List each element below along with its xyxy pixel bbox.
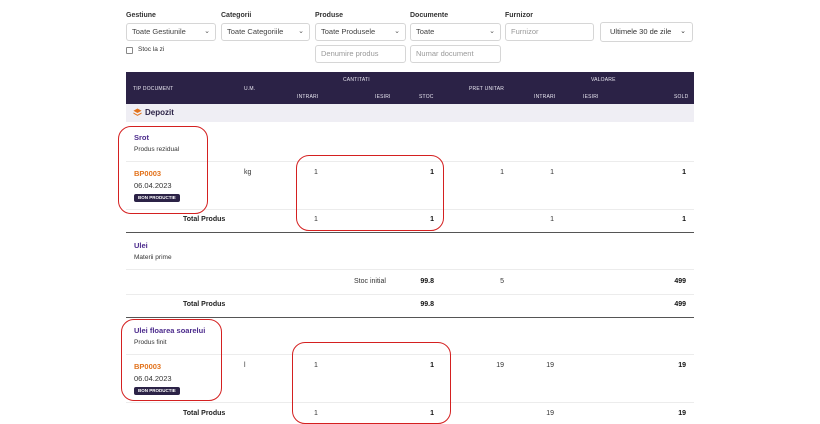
period-dropdown[interactable]: Ultimele 30 de zile ⌄ xyxy=(600,22,693,42)
gestiune-label: Gestiune xyxy=(126,12,156,19)
table-header: TIP DOCUMENT U.M. CANTITATI INTRARI IESI… xyxy=(126,72,694,104)
header-iesiri: IESIRI xyxy=(375,94,391,100)
categorii-label: Categorii xyxy=(221,12,252,19)
furnizor-input[interactable]: Furnizor xyxy=(505,23,594,41)
header-pret-unitar: PRET UNITAR xyxy=(469,86,505,92)
gestiune-value: Toate Gestiunile xyxy=(132,27,186,36)
total-produs-label: Total Produs xyxy=(183,410,226,417)
total-valoare-intrari-cell: 1 xyxy=(550,216,554,223)
header-valoare-intrari: INTRARI xyxy=(534,94,556,100)
stoc-cell: 99.8 xyxy=(420,278,434,285)
produse-value: Toate Produsele xyxy=(321,27,376,36)
header-intrari: INTRARI xyxy=(297,94,319,100)
total-sold-cell: 1 xyxy=(682,216,686,223)
stoc-la-zi-label: Stoc la zi xyxy=(138,46,165,53)
total-sold-cell: 19 xyxy=(678,410,686,417)
total-sold-cell: 499 xyxy=(674,301,686,308)
stoc-initial-label: Stoc initial xyxy=(354,278,386,285)
sold-cell: 1 xyxy=(682,169,686,176)
documente-value: Toate xyxy=(416,27,435,36)
categorii-select[interactable]: Toate Categoriile ⌄ xyxy=(221,23,310,41)
total-valoare-intrari-cell: 19 xyxy=(546,410,554,417)
document-number-search-input[interactable]: Numar document xyxy=(410,45,501,63)
produse-label: Produse xyxy=(315,12,344,19)
valoare-intrari-cell: 19 xyxy=(546,362,554,369)
product-divider xyxy=(126,317,694,318)
product-name-search-input[interactable]: Denumire produs xyxy=(315,45,406,63)
pret-unitar-cell: 19 xyxy=(496,362,504,369)
group-title: Depozit xyxy=(145,108,174,117)
header-valoare: VALOARE xyxy=(591,77,616,83)
documente-select[interactable]: Toate ⌄ xyxy=(410,23,501,41)
furnizor-label: Furnizor xyxy=(505,12,533,19)
chevron-down-icon: ⌄ xyxy=(394,28,400,35)
sold-cell: 499 xyxy=(674,278,686,285)
header-um: U.M. xyxy=(244,86,256,92)
layers-icon xyxy=(133,108,142,116)
row-divider xyxy=(126,294,694,295)
categorii-value: Toate Categoriile xyxy=(227,27,284,36)
um-cell: l xyxy=(244,362,246,369)
total-produs-label: Total Produs xyxy=(183,216,226,223)
chevron-down-icon: ⌄ xyxy=(204,28,210,35)
valoare-intrari-cell: 1 xyxy=(550,169,554,176)
stoc-la-zi-checkbox[interactable] xyxy=(126,47,133,54)
chevron-down-icon: ⌄ xyxy=(298,28,304,35)
pret-unitar-cell: 5 xyxy=(500,278,504,285)
produse-select[interactable]: Toate Produsele ⌄ xyxy=(315,23,406,41)
pret-unitar-cell: 1 xyxy=(500,169,504,176)
product-divider xyxy=(126,232,694,233)
annotation-circle xyxy=(292,342,451,424)
header-valoare-iesiri: IESIRI xyxy=(583,94,599,100)
sold-cell: 19 xyxy=(678,362,686,369)
row-divider xyxy=(126,269,694,270)
header-sold: SOLD xyxy=(674,94,689,100)
total-produs-label: Total Produs xyxy=(183,301,226,308)
chevron-down-icon: ⌄ xyxy=(489,28,495,35)
product-category: Materii prime xyxy=(134,254,172,261)
chevron-down-icon: ⌄ xyxy=(680,28,686,35)
documente-label: Documente xyxy=(410,12,449,19)
annotation-circle xyxy=(121,319,222,401)
total-stoc-cell: 99.8 xyxy=(420,301,434,308)
annotation-circle xyxy=(296,155,444,231)
header-cantitati: CANTITATI xyxy=(343,77,370,83)
header-tip-document: TIP DOCUMENT xyxy=(133,86,174,92)
group-row xyxy=(126,104,694,122)
um-cell: kg xyxy=(244,169,252,176)
gestiune-select[interactable]: Toate Gestiunile ⌄ xyxy=(126,23,216,41)
product-name[interactable]: Ulei xyxy=(134,241,148,250)
annotation-circle xyxy=(118,126,208,214)
period-value: Ultimele 30 de zile xyxy=(610,27,672,36)
header-stoc: STOC xyxy=(419,94,434,100)
